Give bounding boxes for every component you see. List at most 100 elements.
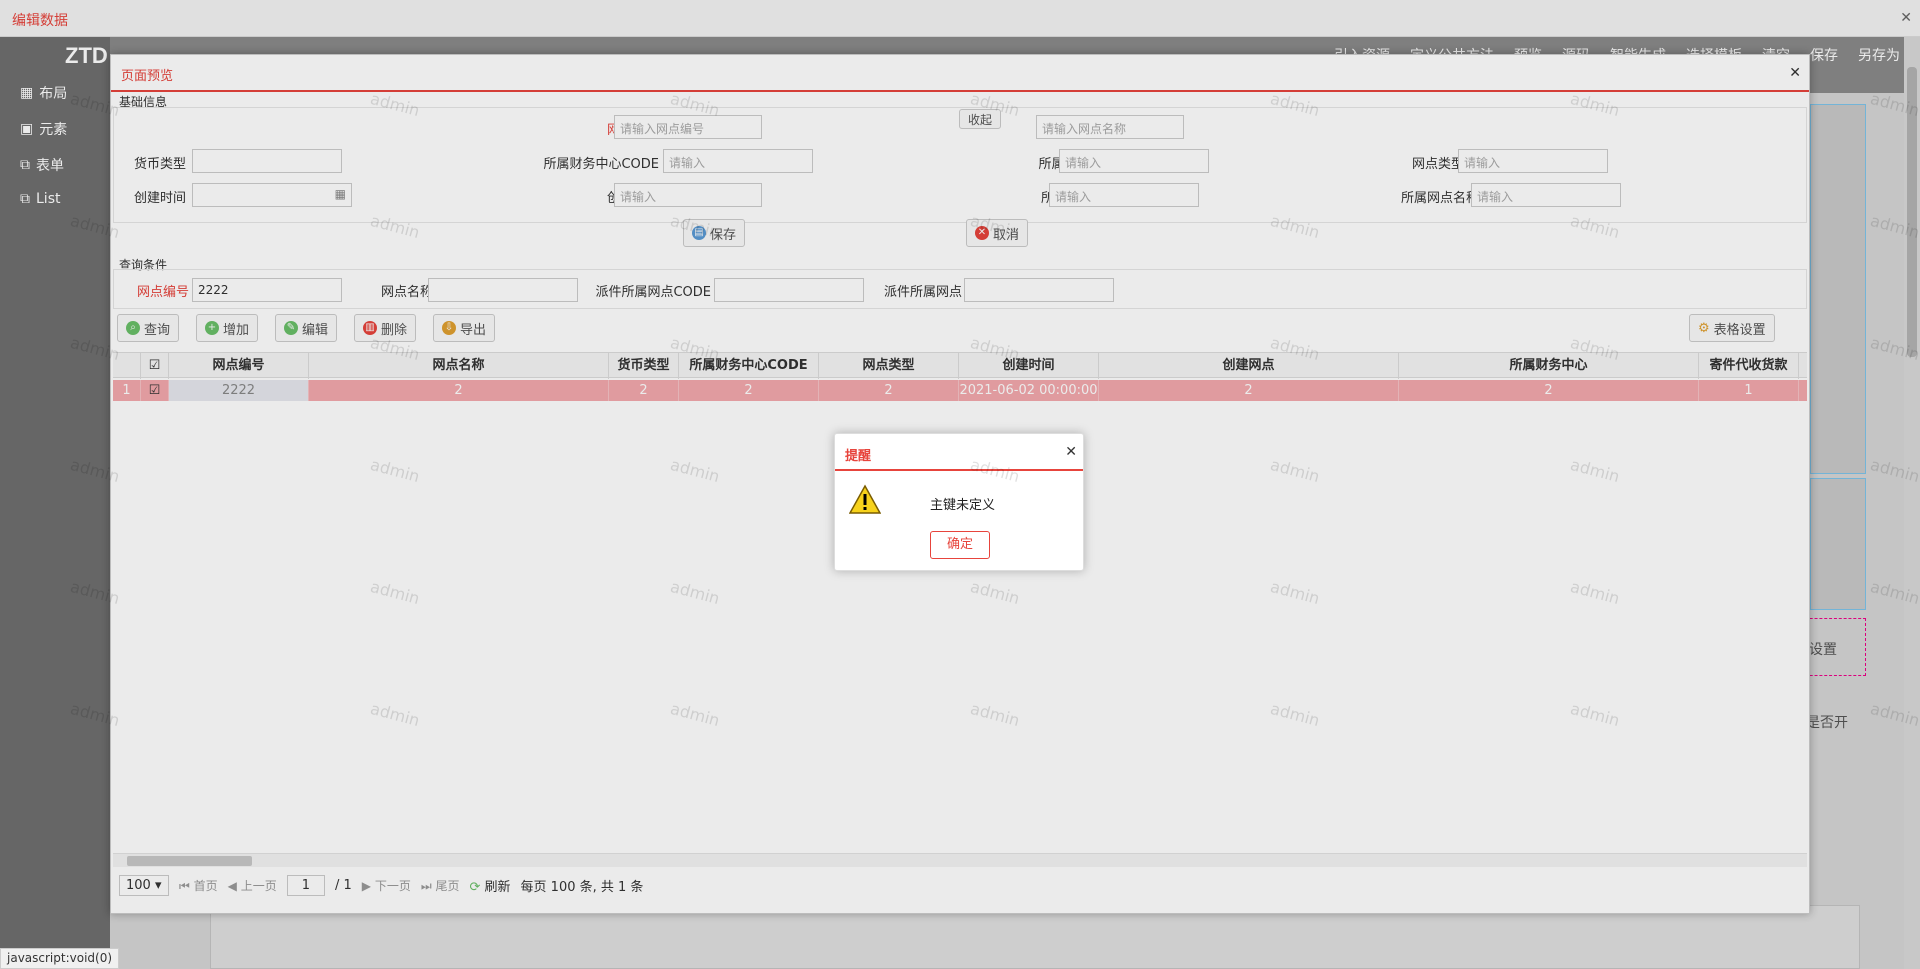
parent-site-name-input[interactable]: 请输入 — [1471, 183, 1621, 207]
alert-title: 提醒 — [845, 449, 872, 464]
currency-input[interactable] — [192, 149, 342, 173]
query-button[interactable]: ⌕ 查询 — [117, 314, 180, 342]
sidebar-item-label: 布局 — [39, 86, 68, 102]
created-time-input[interactable]: ▦ — [192, 183, 352, 207]
table-cell[interactable]: 2 — [679, 380, 819, 401]
preview-titlebar: 页面预览 ✕ — [111, 55, 1809, 92]
column-header[interactable]: 网点名称 — [309, 353, 609, 379]
currency-label: 货币类型 — [133, 157, 186, 172]
close-icon[interactable]: ✕ — [1789, 65, 1801, 81]
delete-icon: ▥ — [363, 321, 377, 335]
sidebar-item-element[interactable]: ▣ 元素 — [20, 119, 67, 139]
table-settings-label: 表格设置 — [1713, 322, 1766, 338]
sidebar-item-label: 元素 — [39, 122, 68, 138]
calendar-icon[interactable]: ▦ — [335, 187, 346, 201]
select-all-checkbox[interactable]: ☑ — [141, 353, 169, 379]
column-header[interactable]: 所属财务中心 — [1399, 353, 1699, 379]
column-header[interactable]: 创建网点 — [1099, 353, 1399, 379]
delete-button[interactable]: ▥ 删除 — [354, 314, 417, 342]
save-button[interactable]: ▤ 保存 — [683, 219, 746, 247]
element-icon: ▣ — [20, 121, 34, 137]
pagination-bar: 100 ▾ ⏮ 首页 ◀ 上一页 1 / 1 ▶ 下一页 ⏭ 尾页 ⟳ 刷新 每… — [113, 868, 1807, 902]
last-page-label: 尾页 — [435, 878, 460, 893]
edit-icon: ✎ — [284, 321, 298, 335]
close-icon[interactable]: ✕ — [1900, 10, 1912, 26]
table-settings-button[interactable]: ⚙ 表格设置 — [1689, 314, 1775, 342]
column-header[interactable]: 网点类型 — [819, 353, 959, 379]
export-button[interactable]: ⇩ 导出 — [433, 314, 496, 342]
scrollbar-thumb[interactable] — [127, 856, 252, 866]
q-site-name-input[interactable] — [428, 278, 578, 302]
page-size-select[interactable]: 100 ▾ — [119, 874, 169, 896]
outer-window-titlebar: 编辑数据 ✕ — [0, 0, 1920, 37]
export-label: 导出 — [460, 322, 487, 338]
first-page-label: 首页 — [193, 878, 218, 893]
delete-label: 删除 — [381, 322, 408, 338]
right-text: 是否开 — [1806, 715, 1848, 731]
list-icon: ⧉ — [20, 191, 30, 207]
q-site-code-label: 网点编号 — [136, 285, 189, 300]
close-icon[interactable]: ✕ — [1065, 444, 1077, 460]
table-cell[interactable]: 2 — [1399, 380, 1699, 401]
q-dispatch-code-input[interactable] — [714, 278, 864, 302]
scrollbar-thumb[interactable] — [1907, 67, 1917, 357]
parent-site-name-label: 所属网点名称 — [1400, 191, 1479, 206]
table-cell[interactable]: 2 — [819, 380, 959, 401]
last-page-button[interactable]: ⏭ 尾页 — [421, 877, 460, 894]
refresh-button[interactable]: ⟳ 刷新 — [469, 876, 510, 895]
right-container-2 — [1810, 478, 1866, 610]
column-header[interactable]: 网点编号 — [169, 353, 309, 379]
table-cell[interactable]: 2222 — [169, 380, 309, 401]
row-number-header — [113, 353, 141, 379]
edit-button[interactable]: ✎ 编辑 — [275, 314, 338, 342]
site-code-input[interactable]: 请输入网点编号 — [614, 115, 762, 139]
site-name-input[interactable]: 请输入网点名称 — [1036, 115, 1184, 139]
query-label: 查询 — [144, 322, 171, 338]
created-site-input[interactable]: 请输入 — [614, 183, 762, 207]
q-site-code-input[interactable]: 2222 — [192, 278, 342, 302]
sidebar-item-layout[interactable]: ▦ 布局 — [20, 83, 67, 103]
sidebar-item-label: List — [36, 191, 61, 207]
column-header[interactable]: 货币类型 — [609, 353, 679, 379]
alert-titlebar: 提醒 ✕ — [835, 434, 1083, 471]
add-button[interactable]: + 增加 — [196, 314, 259, 342]
column-header[interactable]: 寄件代收货款 — [1699, 353, 1799, 379]
sidebar-item-list[interactable]: ⧉ List — [20, 191, 60, 207]
created-time-label: 创建时间 — [133, 191, 186, 206]
menu-save-as[interactable]: 另存为 — [1858, 45, 1900, 65]
preview-title: 页面预览 — [121, 69, 174, 84]
total-pages: / 1 — [334, 877, 352, 893]
table-cell[interactable]: 2 — [1099, 380, 1399, 401]
bottom-container — [210, 905, 1860, 969]
first-page-button[interactable]: ⏮ 首页 — [179, 877, 218, 894]
table-horizontal-scrollbar[interactable] — [113, 853, 1807, 867]
table-cell[interactable]: 1 — [1699, 380, 1799, 401]
prev-page-button[interactable]: ◀ 上一页 — [228, 877, 277, 894]
table-cell[interactable]: 2 — [609, 380, 679, 401]
table-cell[interactable]: 2021-06-02 00:00:00 — [959, 380, 1099, 401]
site-type-input[interactable]: 请输入 — [1458, 149, 1608, 173]
prev-page-label: 上一页 — [240, 878, 277, 893]
ok-button[interactable]: 确定 — [930, 531, 990, 559]
next-page-button[interactable]: ▶ 下一页 — [362, 877, 411, 894]
sidebar-item-form[interactable]: ⧉ 表单 — [20, 155, 64, 175]
cancel-button[interactable]: ✕ 取消 — [966, 219, 1029, 247]
parent-site-code-input[interactable]: 请输入 — [1059, 149, 1209, 173]
menu-save[interactable]: 保存 — [1810, 45, 1838, 65]
status-bar-url: javascript:void(0) — [0, 948, 120, 969]
alert-dialog: 提醒 ✕ 主键未定义 确定 — [834, 433, 1084, 571]
column-header[interactable]: 创建时间 — [959, 353, 1099, 379]
table-row[interactable]: 1 ☑ 2222 2 2 2 2 2021-06-02 00:00:00 2 2… — [113, 380, 1807, 401]
finance-center-input[interactable]: 请输入 — [1049, 183, 1199, 207]
finance-code-label: 所属财务中心CODE — [543, 157, 659, 172]
brand-logo: ZTD — [65, 43, 108, 68]
sidebar-item-label: 表单 — [36, 158, 64, 174]
column-header[interactable]: 所属财务中心CODE — [679, 353, 819, 379]
row-checkbox[interactable]: ☑ — [141, 380, 169, 401]
page-number-input[interactable]: 1 — [286, 874, 325, 896]
finance-code-input[interactable]: 请输入 — [663, 149, 813, 173]
page-scrollbar[interactable] — [1904, 37, 1920, 969]
add-icon: + — [205, 321, 219, 335]
q-dispatch-site-input[interactable] — [964, 278, 1114, 302]
table-cell[interactable]: 2 — [309, 380, 609, 401]
